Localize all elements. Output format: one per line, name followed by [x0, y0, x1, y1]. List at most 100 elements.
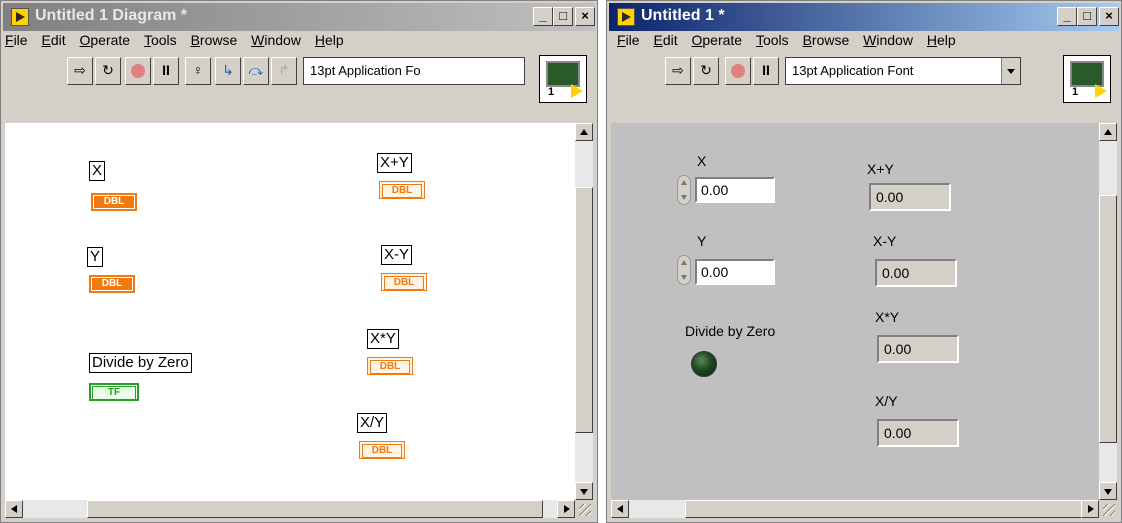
font-selector-value: 13pt Application Fo	[310, 63, 421, 78]
x-plus-y-indicator: 0.00	[869, 183, 951, 211]
menu-browse[interactable]: Browse	[191, 32, 238, 48]
panel-vertical-scrollbar[interactable]	[1099, 123, 1117, 500]
vi-icon-play	[571, 84, 583, 98]
menu-help[interactable]: Help	[315, 32, 344, 48]
block-diagram-canvas[interactable]: X DBL Y DBL Divide by Zero TF X+Y DBL X-…	[5, 123, 575, 500]
x-div-y-label[interactable]: X/Y	[357, 413, 388, 433]
scroll-left-icon[interactable]	[5, 500, 23, 518]
pause-icon[interactable]: II	[153, 57, 179, 85]
y-control-label[interactable]: Y	[87, 247, 104, 267]
x-increment-icon[interactable]	[677, 175, 691, 205]
x-minus-y-label[interactable]: X-Y	[381, 245, 413, 265]
scroll-down-icon[interactable]	[1099, 482, 1117, 500]
panel-menubar: File Edit Operate Tools Browse Window He…	[617, 32, 966, 54]
font-selector[interactable]: 13pt Application Font	[785, 57, 1021, 85]
run-arrow-icon[interactable]: ⇨	[67, 57, 93, 85]
x-minus-y-terminal[interactable]: DBL	[381, 273, 427, 291]
close-button[interactable]: ×	[575, 7, 595, 26]
abort-icon[interactable]	[125, 57, 151, 85]
front-panel-canvas[interactable]: X 0.00 Y 0.00 Divide by Zero X+Y 0.00 X-…	[611, 123, 1099, 500]
minimize-button[interactable]: _	[1057, 7, 1077, 26]
scroll-right-icon[interactable]	[1081, 500, 1099, 518]
y-control-label: Y	[697, 233, 707, 249]
vi-icon-number: 1	[548, 86, 555, 98]
menu-tools[interactable]: Tools	[144, 32, 177, 48]
x-div-y-indicator: 0.00	[877, 419, 959, 447]
menu-window[interactable]: Window	[251, 32, 301, 48]
scroll-up-icon[interactable]	[575, 123, 593, 141]
highlight-execution-icon[interactable]: ♀	[185, 57, 211, 85]
resize-grip-icon[interactable]	[1099, 500, 1117, 518]
menu-tools[interactable]: Tools	[756, 32, 789, 48]
x-plus-y-terminal[interactable]: DBL	[379, 181, 425, 199]
x-times-y-indicator: 0.00	[877, 335, 959, 363]
x-div-y-terminal[interactable]: DBL	[359, 441, 405, 459]
labview-logo-icon	[617, 8, 635, 26]
x-plus-y-label[interactable]: X+Y	[377, 153, 412, 173]
resize-grip-icon[interactable]	[575, 500, 593, 518]
x-times-y-label[interactable]: X*Y	[367, 329, 399, 349]
x-numeric-control[interactable]: 0.00	[695, 177, 775, 203]
diagram-horizontal-scrollbar[interactable]	[5, 500, 575, 518]
labview-logo-icon	[11, 8, 29, 26]
panel-title: Untitled 1 *	[641, 7, 725, 24]
diagram-vertical-scrollbar[interactable]	[575, 123, 593, 500]
maximize-button[interactable]: □	[553, 7, 573, 26]
run-continuous-icon[interactable]: ↻	[95, 57, 121, 85]
diagram-toolbar: ⇨ ↻ II ♀ ↳ ⤼ ↱ 13pt Application Fo	[5, 57, 593, 91]
panel-window: Untitled 1 * _ □ × File Edit Operate Too…	[606, 0, 1122, 523]
panel-titlebar[interactable]: Untitled 1 * _ □ ×	[609, 3, 1119, 31]
diagram-menubar: File Edit Operate Tools Browse Window He…	[5, 32, 354, 54]
minimize-button[interactable]: _	[533, 7, 553, 26]
y-numeric-control[interactable]: 0.00	[695, 259, 775, 285]
x-control-label: X	[697, 153, 707, 169]
vi-icon[interactable]: 1	[1063, 55, 1111, 103]
vi-icon[interactable]: 1	[539, 55, 587, 103]
abort-icon[interactable]	[725, 57, 751, 85]
close-button[interactable]: ×	[1099, 7, 1119, 26]
menu-help[interactable]: Help	[927, 32, 956, 48]
diagram-window: Untitled 1 Diagram * _ □ × File Edit Ope…	[0, 0, 598, 523]
panel-vscroll-thumb[interactable]	[1099, 195, 1117, 443]
panel-horizontal-scrollbar[interactable]	[611, 500, 1099, 518]
scroll-down-icon[interactable]	[575, 482, 593, 500]
diagram-vscroll-thumb[interactable]	[575, 187, 593, 433]
y-control-terminal[interactable]: DBL	[89, 275, 135, 293]
x-control-terminal[interactable]: DBL	[91, 193, 137, 211]
divide-by-zero-label[interactable]: Divide by Zero	[89, 353, 192, 373]
menu-window[interactable]: Window	[863, 32, 913, 48]
font-selector[interactable]: 13pt Application Fo	[303, 57, 525, 85]
menu-operate[interactable]: Operate	[80, 32, 131, 48]
x-times-y-label: X*Y	[875, 309, 900, 325]
font-selector-value: 13pt Application Font	[792, 63, 914, 78]
menu-edit[interactable]: Edit	[41, 32, 65, 48]
x-control-label[interactable]: X	[89, 161, 106, 181]
vi-icon-play	[1095, 84, 1107, 98]
step-out-icon[interactable]: ↱	[271, 57, 297, 85]
divide-by-zero-label: Divide by Zero	[685, 323, 776, 339]
scroll-left-icon[interactable]	[611, 500, 629, 518]
run-arrow-icon[interactable]: ⇨	[665, 57, 691, 85]
x-plus-y-label: X+Y	[867, 161, 894, 177]
panel-hscroll-thumb[interactable]	[685, 500, 1085, 518]
diagram-titlebar[interactable]: Untitled 1 Diagram * _ □ ×	[3, 3, 595, 31]
chevron-down-icon[interactable]	[1001, 58, 1020, 84]
menu-operate[interactable]: Operate	[692, 32, 743, 48]
menu-file[interactable]: File	[617, 32, 640, 48]
diagram-title: Untitled 1 Diagram *	[35, 7, 188, 24]
menu-browse[interactable]: Browse	[803, 32, 850, 48]
menu-file[interactable]: File	[5, 32, 28, 48]
scroll-right-icon[interactable]	[557, 500, 575, 518]
menu-edit[interactable]: Edit	[653, 32, 677, 48]
step-into-icon[interactable]: ↳	[215, 57, 241, 85]
maximize-button[interactable]: □	[1077, 7, 1097, 26]
step-over-icon[interactable]: ⤼	[243, 57, 269, 85]
scroll-up-icon[interactable]	[1099, 123, 1117, 141]
x-times-y-terminal[interactable]: DBL	[367, 357, 413, 375]
run-continuous-icon[interactable]: ↻	[693, 57, 719, 85]
diagram-hscroll-thumb[interactable]	[87, 500, 543, 518]
divide-by-zero-terminal[interactable]: TF	[89, 383, 139, 401]
pause-icon[interactable]: II	[753, 57, 779, 85]
divide-by-zero-led[interactable]	[691, 351, 717, 377]
y-increment-icon[interactable]	[677, 255, 691, 285]
